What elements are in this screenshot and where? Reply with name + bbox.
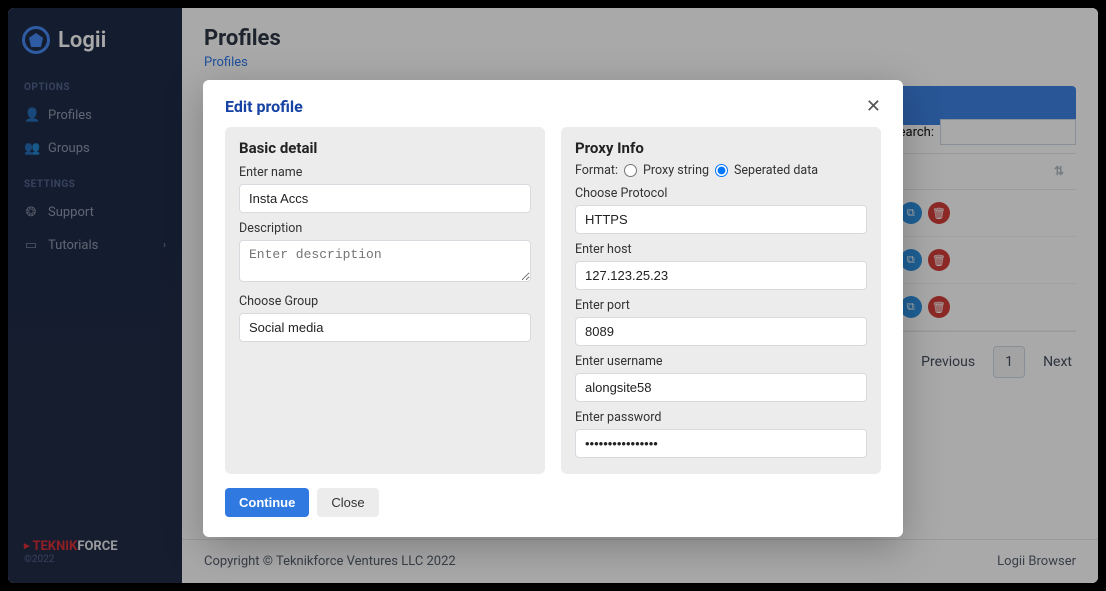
- host-label: Enter host: [575, 242, 867, 257]
- username-input[interactable]: [575, 373, 867, 402]
- protocol-select[interactable]: [575, 205, 867, 234]
- group-select[interactable]: [239, 313, 531, 342]
- app-window: Logii OPTIONS 👤 Profiles 👥 Groups SETTIN…: [8, 8, 1098, 583]
- edit-profile-modal: Edit profile ✕ Basic detail Enter name D…: [203, 80, 903, 537]
- protocol-label: Choose Protocol: [575, 186, 867, 201]
- username-label: Enter username: [575, 354, 867, 369]
- host-input[interactable]: [575, 261, 867, 290]
- modal-overlay: Edit profile ✕ Basic detail Enter name D…: [8, 8, 1098, 583]
- description-input[interactable]: [239, 240, 531, 282]
- group-label: Choose Group: [239, 294, 531, 309]
- close-button[interactable]: Close: [317, 488, 378, 517]
- port-input[interactable]: [575, 317, 867, 346]
- password-label: Enter password: [575, 410, 867, 425]
- proxy-info-card: Proxy Info Format: Proxy string Seperate…: [561, 127, 881, 474]
- format-label: Format:: [575, 163, 618, 178]
- name-label: Enter name: [239, 165, 531, 180]
- continue-button[interactable]: Continue: [225, 488, 309, 517]
- format-opt-separated: Seperated data: [734, 163, 818, 178]
- modal-title: Edit profile: [225, 97, 303, 116]
- format-radio-string[interactable]: [624, 164, 637, 177]
- port-label: Enter port: [575, 298, 867, 313]
- format-opt-string: Proxy string: [643, 163, 709, 178]
- password-input[interactable]: [575, 429, 867, 458]
- close-icon[interactable]: ✕: [866, 96, 881, 117]
- proxy-heading: Proxy Info: [575, 139, 867, 157]
- basic-detail-card: Basic detail Enter name Description Choo…: [225, 127, 545, 474]
- name-input[interactable]: [239, 184, 531, 213]
- format-radio-separated[interactable]: [715, 164, 728, 177]
- basic-heading: Basic detail: [239, 139, 531, 157]
- format-row: Format: Proxy string Seperated data: [575, 163, 867, 178]
- description-label: Description: [239, 221, 531, 236]
